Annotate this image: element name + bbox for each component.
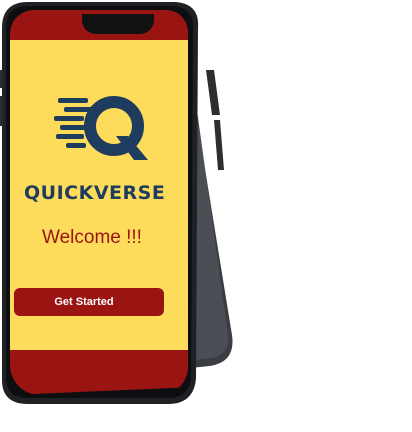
brand-name: QUICKVERSE [24, 182, 166, 204]
camera-notch [82, 14, 154, 34]
welcome-heading: Welcome !!! [42, 227, 142, 248]
phone-mockup-stage: QUICKVERSE Welcome !!! Get Started [0, 0, 412, 432]
bottom-band [10, 350, 188, 395]
app-screen: QUICKVERSE Welcome !!! Get Started [10, 10, 188, 395]
quickverse-logo-icon [54, 96, 148, 160]
get-started-button[interactable]: Get Started [14, 288, 164, 316]
